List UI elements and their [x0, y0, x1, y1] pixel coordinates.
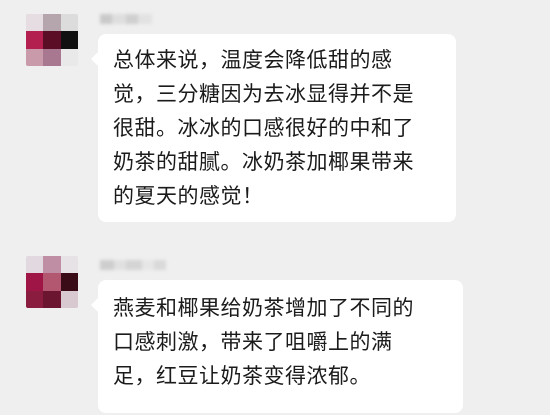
- message-text-line: 燕麦和椰果给奶茶增加了不同的: [113, 296, 414, 320]
- avatar-pixel: [43, 49, 61, 66]
- message-text-line: 总体来说，温度会降低甜的感: [113, 48, 393, 72]
- avatar-pixel: [26, 14, 43, 31]
- avatar-pixel: [61, 256, 78, 273]
- message-text-line: 很甜。冰冰的口感很好的中和了: [113, 116, 414, 140]
- avatar-pixel: [26, 256, 43, 273]
- avatar-pixel: [43, 14, 61, 31]
- message-text-line: 奶茶的甜腻。冰奶茶加椰果带来: [113, 150, 414, 174]
- avatar-pixel: [61, 291, 78, 308]
- avatar-pixel: [43, 291, 61, 308]
- message-text-line: 觉，三分糖因为去冰显得并不是: [113, 82, 414, 106]
- avatar-pixel: [43, 31, 61, 49]
- avatar-pixel: [43, 273, 61, 291]
- sender-name-blurred: [100, 260, 166, 270]
- avatar-pixel: [43, 256, 61, 273]
- message-text-line: 口感刺激，带来了咀嚼上的满: [113, 330, 393, 354]
- avatar-pixel: [26, 273, 43, 291]
- avatar-pixel: [26, 291, 43, 308]
- avatar-pixel: [61, 14, 78, 31]
- message-text-line: 足，红豆让奶茶变得浓郁。: [113, 364, 371, 388]
- avatar-pixel: [61, 31, 78, 49]
- avatar[interactable]: [26, 14, 78, 66]
- avatar-pixel: [61, 273, 78, 291]
- avatar-pixel: [26, 49, 43, 66]
- message-bubble[interactable]: 总体来说，温度会降低甜的感 觉，三分糖因为去冰显得并不是 很甜。冰冰的口感很好的…: [91, 34, 456, 222]
- avatar-pixel: [61, 49, 78, 66]
- avatar[interactable]: [26, 256, 78, 308]
- chat-message-1: 总体来说，温度会降低甜的感 觉，三分糖因为去冰显得并不是 很甜。冰冰的口感很好的…: [0, 0, 550, 232]
- sender-name-blurred: [100, 14, 158, 24]
- message-bubble[interactable]: 燕麦和椰果给奶茶增加了不同的 口感刺激，带来了咀嚼上的满 足，红豆让奶茶变得浓郁…: [91, 280, 463, 413]
- avatar-pixel: [26, 31, 43, 49]
- message-text-line: 的夏天的感觉！: [113, 184, 264, 208]
- chat-message-2: 燕麦和椰果给奶茶增加了不同的 口感刺激，带来了咀嚼上的满 足，红豆让奶茶变得浓郁…: [0, 252, 550, 415]
